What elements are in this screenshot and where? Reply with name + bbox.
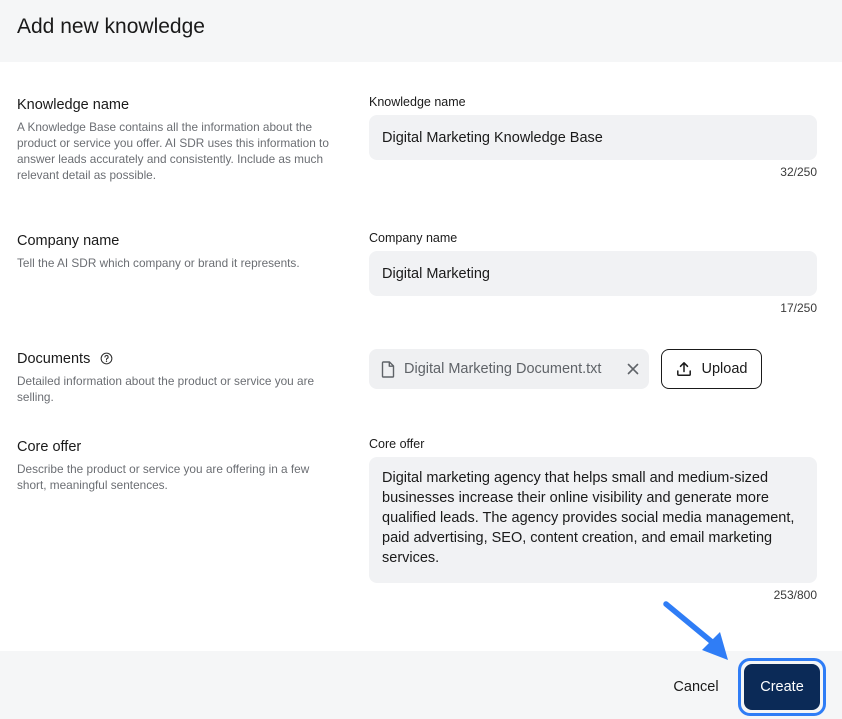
cancel-button[interactable]: Cancel [668, 674, 724, 700]
upload-button[interactable]: Upload [661, 349, 762, 389]
document-file-name: Digital Marketing Document.txt [404, 361, 602, 377]
company-name-value: Digital Marketing [382, 265, 490, 282]
company-name-field-label: Company name [369, 231, 458, 245]
documents-section-title: Documents [17, 351, 113, 369]
core-offer-description: Describe the product or service you are … [17, 462, 310, 492]
upload-button-label: Upload [701, 361, 748, 377]
upload-icon [676, 361, 692, 377]
company-name-description: Tell the AI SDR which company or brand i… [17, 256, 300, 270]
pointer-arrow-icon [663, 601, 728, 660]
help-circle-icon[interactable] [100, 352, 113, 369]
core-offer-counter: 253/800 [773, 588, 817, 602]
file-icon [381, 360, 395, 378]
knowledge-name-input[interactable]: Digital Marketing Knowledge Base [369, 115, 817, 160]
core-offer-section-title: Core offer [17, 439, 82, 455]
dialog-header: Add new knowledge [0, 0, 842, 62]
dialog-title: Add new knowledge [17, 15, 205, 38]
knowledge-name-section-title: Knowledge name [17, 97, 130, 113]
document-chip: Digital Marketing Document.txt [369, 349, 649, 389]
core-offer-textarea[interactable]: Digital marketing agency that helps smal… [369, 457, 817, 583]
knowledge-name-field-label: Knowledge name [369, 95, 466, 109]
company-name-counter: 17/250 [780, 301, 817, 315]
core-offer-field-label: Core offer [369, 437, 425, 451]
documents-description: Detailed information about the product o… [17, 374, 315, 404]
company-name-input[interactable]: Digital Marketing [369, 251, 817, 296]
knowledge-name-value: Digital Marketing Knowledge Base [382, 129, 603, 146]
create-button[interactable]: Create [744, 664, 820, 710]
close-icon[interactable] [627, 363, 639, 375]
company-name-section-title: Company name [17, 233, 120, 249]
documents-title-text: Documents [17, 351, 91, 367]
knowledge-name-description: A Knowledge Base contains all the inform… [17, 120, 329, 182]
knowledge-name-counter: 32/250 [780, 165, 817, 179]
